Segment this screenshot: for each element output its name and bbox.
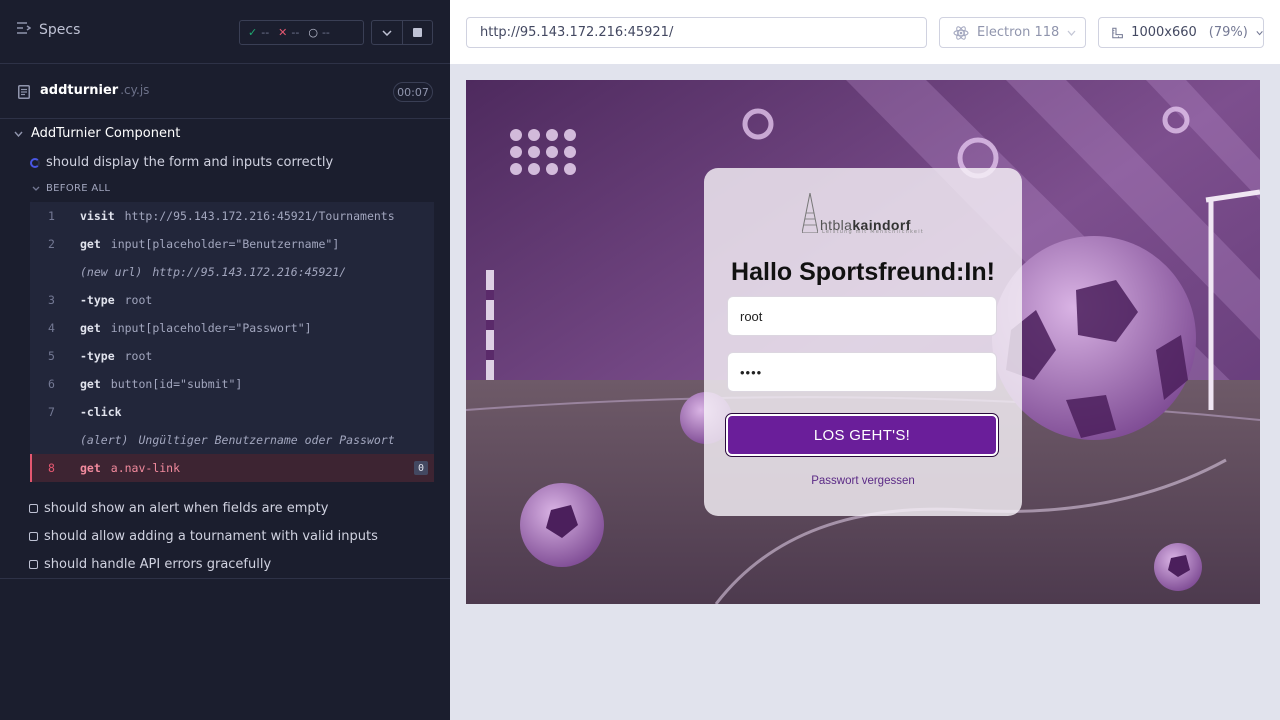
specs-title: Specs — [39, 22, 81, 38]
command-row[interactable]: 6 get button[id="submit"] — [30, 370, 434, 398]
command-log: 1 visit http://95.143.172.216:45921/Tourn… — [30, 202, 434, 482]
chevron-down-icon — [32, 186, 40, 191]
command-row[interactable]: 5 -type root — [30, 342, 434, 370]
suite-title[interactable]: AddTurnier Component — [14, 126, 180, 141]
reporter-header: Specs ✓ -- ✕ -- ○ -- — [0, 0, 450, 64]
divider — [0, 578, 450, 579]
command-row-failed[interactable]: 8 get a.nav-link 0 — [30, 454, 434, 482]
passed-stat: ✓ -- — [248, 26, 270, 39]
spec-file-name[interactable]: addturnier .cy.js — [40, 83, 149, 98]
chevron-down-icon — [382, 29, 392, 36]
command-row-event[interactable]: (new url) http://95.143.172.216:45921/ — [30, 258, 434, 286]
document-icon — [18, 84, 30, 103]
cross-icon: ✕ — [278, 26, 288, 39]
spec-duration: 00:07 — [393, 82, 433, 102]
element-count-badge: 0 — [414, 461, 428, 475]
password-input[interactable]: •••• — [727, 352, 997, 392]
command-row[interactable]: 1 visit http://95.143.172.216:45921/Tourn… — [30, 202, 434, 230]
chevron-down-icon — [1067, 30, 1076, 36]
aut-iframe: htblakaindorf Leistung mit Menschlichkei… — [466, 80, 1260, 604]
stop-icon — [412, 28, 422, 37]
command-row[interactable]: 3 -type root — [30, 286, 434, 314]
checkbox-icon — [29, 560, 38, 569]
app-under-test-panel: http://95.143.172.216:45921/ Electron 11… — [450, 0, 1280, 720]
school-logo: htblakaindorf Leistung mit Menschlichkei… — [802, 193, 923, 235]
list-menu-icon — [17, 22, 32, 38]
test-item[interactable]: should allow adding a tournament with va… — [29, 529, 378, 544]
command-row-event[interactable]: (alert) Ungültiger Benutzername oder Pass… — [30, 426, 434, 454]
url-bar[interactable]: http://95.143.172.216:45921/ — [466, 17, 927, 48]
browser-select[interactable]: Electron 118 — [939, 17, 1086, 48]
run-stats: ✓ -- ✕ -- ○ -- — [239, 20, 364, 45]
run-controls — [371, 20, 433, 45]
spec-file-header: addturnier .cy.js 00:07 — [0, 65, 450, 119]
login-card: htblakaindorf Leistung mit Menschlichkei… — [704, 168, 1022, 516]
pending-stat: ○ -- — [308, 26, 330, 39]
loading-spinner-icon — [30, 157, 40, 168]
submit-button[interactable]: LOS GEHT'S! — [725, 413, 999, 457]
forgot-password-link[interactable]: Passwort vergessen — [704, 475, 1022, 487]
viewport-select[interactable]: 1000x660 (79%) — [1098, 17, 1264, 48]
checkbox-icon — [29, 504, 38, 513]
stop-button[interactable] — [401, 21, 433, 44]
specs-toggle[interactable]: Specs — [17, 22, 80, 38]
check-icon: ✓ — [248, 26, 258, 39]
spec-runner-panel: Specs ✓ -- ✕ -- ○ -- addturnier .cy.js 00:07… — [0, 0, 450, 720]
collapse-all-button[interactable] — [372, 21, 402, 44]
username-input[interactable]: root — [727, 296, 997, 336]
pending-circle-icon: ○ — [308, 26, 318, 39]
test-item[interactable]: should show an alert when fields are emp… — [29, 501, 328, 516]
command-row[interactable]: 2 get input[placeholder="Benutzername"] — [30, 230, 434, 258]
chevron-down-icon — [14, 131, 23, 137]
chevron-down-icon — [1256, 30, 1263, 35]
checkbox-icon — [29, 532, 38, 541]
ruler-icon — [1112, 27, 1123, 38]
aut-header: http://95.143.172.216:45921/ Electron 11… — [450, 0, 1280, 64]
test-running[interactable]: should display the form and inputs corre… — [30, 155, 333, 170]
failed-stat: ✕ -- — [278, 26, 300, 39]
greeting-heading: Hallo Sportsfreund:In! — [731, 258, 995, 286]
test-item[interactable]: should handle API errors gracefully — [29, 557, 271, 572]
command-row[interactable]: 7 -click — [30, 398, 434, 426]
logo-triangle-icon — [802, 193, 818, 233]
electron-icon — [953, 25, 969, 40]
command-row[interactable]: 4 get input[placeholder="Passwort"] — [30, 314, 434, 342]
hook-before-all[interactable]: BEFORE ALL — [32, 183, 110, 194]
